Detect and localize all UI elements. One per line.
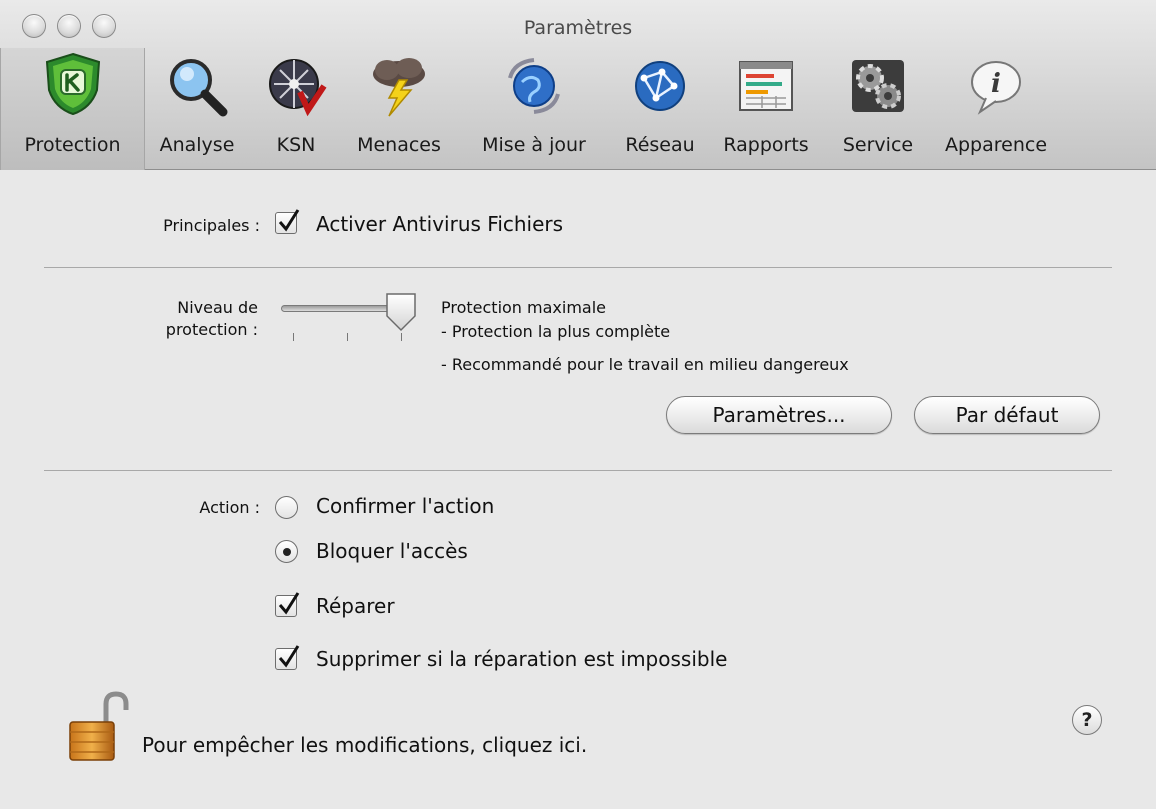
toolbar-item-ksn[interactable]: KSN: [264, 50, 328, 170]
toolbar-label: Rapports: [723, 134, 809, 156]
slider-tick: [293, 333, 294, 341]
activer-antivirus-checkbox[interactable]: [275, 209, 300, 234]
slider-thumb[interactable]: [384, 292, 418, 332]
storm-cloud-icon: [373, 58, 425, 117]
toolbar: Paramètres Protection Analyse KSN Menace…: [0, 0, 1156, 170]
network-icon: [635, 61, 685, 111]
toolbar-item-menaces[interactable]: Menaces: [348, 50, 450, 170]
principales-label: Principales :: [163, 216, 260, 235]
toolbar-item-protection[interactable]: Protection: [0, 48, 145, 170]
supprimer-checkbox[interactable]: [275, 645, 300, 670]
toolbar-label: Apparence: [944, 134, 1048, 156]
activer-antivirus-label[interactable]: Activer Antivirus Fichiers: [316, 212, 563, 236]
lock-open-icon[interactable]: [66, 690, 130, 764]
slider-tick: [401, 333, 402, 341]
toolbar-label: Protection: [24, 134, 121, 156]
parametres-button[interactable]: Paramètres...: [666, 396, 892, 434]
toolbar-label: KSN: [276, 134, 316, 156]
level-desc-line: - Protection la plus complète: [441, 322, 671, 341]
toolbar-item-service[interactable]: Service: [831, 50, 925, 170]
confirmer-label[interactable]: Confirmer l'action: [316, 494, 494, 518]
level-title: Protection maximale: [441, 298, 607, 317]
reparer-checkbox[interactable]: [275, 592, 300, 617]
level-desc-line: - Recommandé pour le travail en milieu d…: [441, 355, 849, 374]
checkmark-icon: [278, 209, 300, 232]
preferences-window: Paramètres Protection Analyse KSN Menace…: [0, 0, 1156, 809]
ksn-globe-icon: [269, 59, 327, 117]
confirmer-radio[interactable]: [275, 496, 298, 519]
par-defaut-button[interactable]: Par défaut: [914, 396, 1100, 434]
shield-k-icon: [45, 52, 100, 116]
toolbar-label: Mise à jour: [482, 134, 586, 156]
report-icon: [739, 61, 793, 111]
window-title: Paramètres: [523, 17, 633, 39]
toolbar-label: Service: [842, 134, 914, 156]
lock-message[interactable]: Pour empêcher les modifications, cliquez…: [142, 733, 587, 757]
help-button[interactable]: ?: [1072, 705, 1102, 735]
action-label: Action :: [199, 498, 260, 517]
toolbar-label: Menaces: [357, 134, 441, 156]
toolbar-label: Analyse: [159, 134, 235, 156]
info-bubble-icon: i: [971, 61, 1021, 115]
toolbar-item-mise-a-jour[interactable]: Mise à jour: [468, 50, 600, 170]
checkmark-icon: [278, 645, 300, 668]
protection-level-slider[interactable]: [281, 305, 399, 312]
niveau-label: protection :: [165, 320, 258, 339]
niveau-label: Niveau de: [177, 298, 258, 317]
gears-icon: [852, 60, 904, 112]
toolbar-item-apparence[interactable]: i Apparence: [934, 50, 1058, 170]
bloquer-label[interactable]: Bloquer l'accès: [316, 539, 468, 563]
supprimer-label[interactable]: Supprimer si la réparation est impossibl…: [316, 647, 727, 671]
magnifier-icon: [170, 59, 228, 117]
checkmark-icon: [278, 592, 300, 615]
slider-tick: [347, 333, 348, 341]
reparer-label[interactable]: Réparer: [316, 594, 395, 618]
toolbar-item-analyse[interactable]: Analyse: [154, 50, 240, 170]
toolbar-item-reseau[interactable]: Réseau: [616, 50, 704, 170]
bloquer-radio[interactable]: [275, 540, 298, 563]
update-globe-icon: [508, 58, 560, 114]
toolbar-item-rapports[interactable]: Rapports: [714, 50, 818, 170]
separator: [44, 267, 1112, 268]
radio-dot: [283, 548, 291, 556]
svg-text:i: i: [991, 69, 1001, 99]
toolbar-label: Réseau: [625, 134, 695, 156]
separator: [44, 470, 1112, 471]
